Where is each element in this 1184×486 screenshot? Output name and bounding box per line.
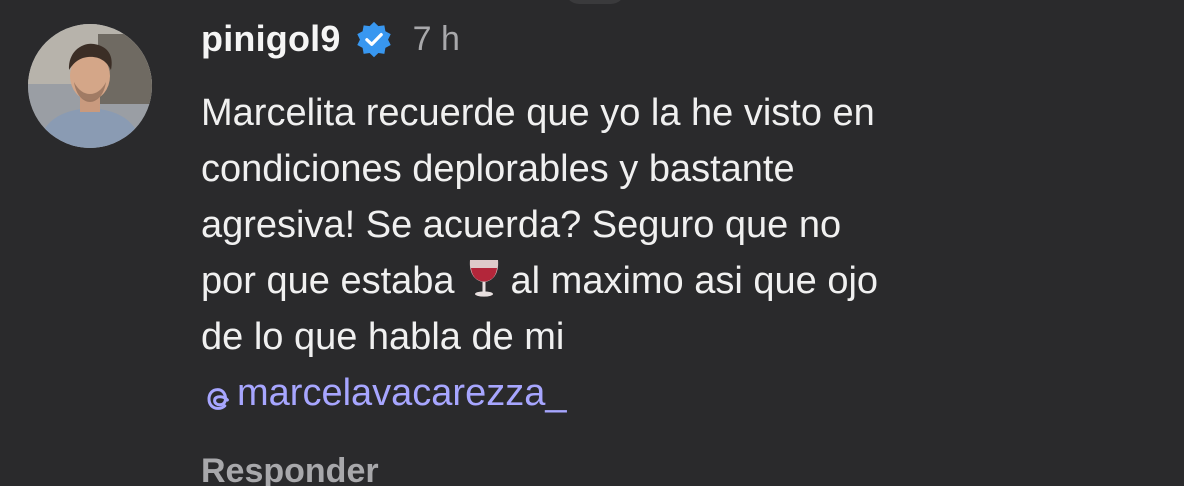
- avatar-photo: [28, 24, 152, 148]
- threads-icon: [201, 376, 235, 410]
- comment-text-segment: al maximo asi que ojo: [510, 260, 879, 302]
- comment-body: pinigol9 7 h Marcelita recuerde que yo l…: [201, 14, 1161, 486]
- mention-link[interactable]: marcelavacarezza_: [201, 365, 566, 421]
- reply-button[interactable]: Responder: [201, 452, 379, 486]
- comment-text-segment: por que estaba: [201, 260, 455, 302]
- mention-line: marcelavacarezza_: [201, 365, 1161, 432]
- comment-time: 7 h: [412, 19, 460, 58]
- wine-glass-icon: [465, 257, 503, 299]
- comment: pinigol9 7 h Marcelita recuerde que yo l…: [0, 0, 1184, 486]
- comment-text: Marcelita recuerde que yo la he visto en…: [201, 85, 1161, 432]
- verified-badge-icon: [355, 20, 393, 58]
- username[interactable]: pinigol9: [201, 18, 341, 60]
- avatar[interactable]: [28, 24, 152, 148]
- mention-username: marcelavacarezza_: [237, 372, 567, 414]
- comment-header: pinigol9 7 h: [201, 14, 1161, 64]
- comment-line: de lo que habla de mi: [201, 316, 565, 358]
- comment-line: Marcelita recuerde que yo la he visto en: [201, 92, 875, 134]
- comment-line: agresiva! Se acuerda? Seguro que no: [201, 204, 842, 246]
- comment-line: por que estaba al maximo asi que ojo: [201, 253, 1161, 309]
- comment-line: condiciones deplorables y bastante: [201, 148, 795, 190]
